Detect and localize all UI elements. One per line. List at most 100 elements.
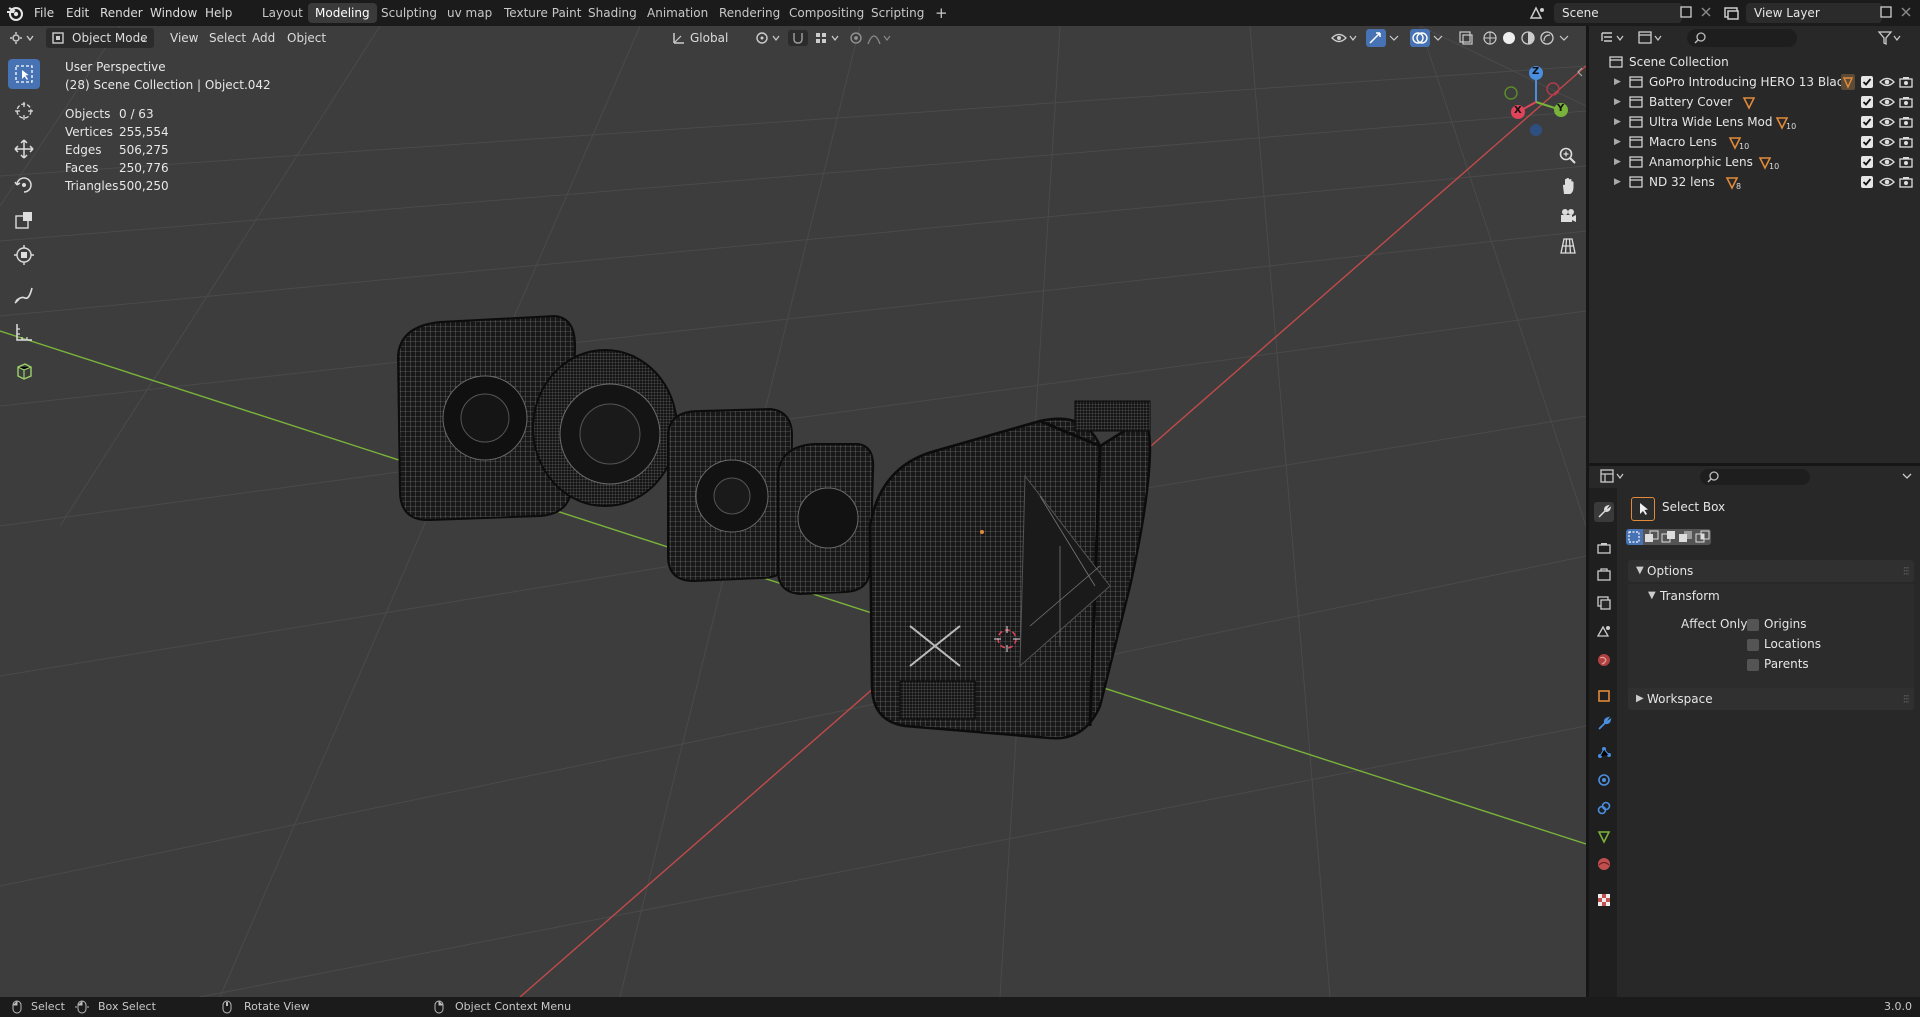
tab-modifiers[interactable] (1594, 714, 1614, 734)
render-camera-icon[interactable] (1899, 75, 1913, 89)
proportional-falloff-icon[interactable] (866, 30, 894, 46)
eye-icon[interactable] (1879, 135, 1895, 149)
menu-file[interactable]: File (28, 3, 60, 23)
tab-view-layer[interactable] (1594, 593, 1614, 613)
scene-icon[interactable] (1527, 3, 1547, 23)
snap-target-icon[interactable] (814, 30, 842, 46)
tab-scene[interactable] (1594, 621, 1614, 641)
tab-data[interactable] (1594, 826, 1614, 846)
tab-sculpting[interactable]: Sculpting (374, 3, 444, 23)
render-camera-icon[interactable] (1899, 115, 1913, 129)
mode-extend-button[interactable] (1643, 529, 1660, 545)
mode-invert-button[interactable] (1677, 529, 1694, 545)
tab-world[interactable] (1594, 650, 1614, 670)
expand-arrow-icon[interactable]: ▶ (1614, 72, 1621, 92)
menu-edit[interactable]: Edit (60, 3, 95, 23)
outliner-row[interactable]: ▶ ND 32 lens 8 (1589, 172, 1920, 192)
properties-editor-type-icon[interactable] (1599, 468, 1627, 484)
mode-intersect-button[interactable] (1694, 529, 1711, 545)
tab-shading[interactable]: Shading (581, 3, 644, 23)
move-tool[interactable] (8, 134, 40, 164)
drag-handle-icon[interactable]: ⁝⁝⁝ (1903, 688, 1911, 710)
exclude-checkbox[interactable] (1861, 176, 1873, 188)
exclude-checkbox[interactable] (1861, 76, 1873, 88)
exclude-checkbox[interactable] (1861, 156, 1873, 168)
tab-texture[interactable] (1594, 890, 1614, 910)
gizmo-dropdown-icon[interactable] (1388, 30, 1400, 46)
tab-object[interactable] (1594, 686, 1614, 706)
render-camera-icon[interactable] (1899, 95, 1913, 109)
tab-physics[interactable] (1594, 770, 1614, 790)
render-camera-icon[interactable] (1899, 135, 1913, 149)
tab-constraints[interactable] (1594, 798, 1614, 818)
tab-layout[interactable]: Layout (255, 3, 310, 23)
origins-checkbox-row[interactable]: Origins (1747, 617, 1887, 633)
expand-arrow-icon[interactable]: ▶ (1614, 132, 1621, 152)
new-scene-icon[interactable] (1678, 4, 1694, 20)
tab-uv-map[interactable]: uv map (440, 3, 499, 23)
tab-material[interactable] (1594, 854, 1614, 874)
filter-icon[interactable] (1877, 30, 1903, 46)
parents-checkbox[interactable] (1747, 659, 1759, 671)
workspace-panel-header[interactable]: ▶ Workspace ⁝⁝⁝ (1628, 688, 1914, 710)
pivot-point-icon[interactable] (755, 31, 783, 45)
menu-select[interactable]: Select (203, 28, 252, 48)
menu-add[interactable]: Add (246, 28, 281, 48)
eye-icon[interactable] (1879, 75, 1895, 89)
add-cube-tool[interactable] (8, 355, 40, 385)
gizmo-toggle-icon[interactable] (1366, 29, 1386, 47)
cursor-tool[interactable] (8, 96, 40, 126)
outliner-editor-type-icon[interactable] (1599, 30, 1627, 46)
tab-modeling[interactable]: Modeling (308, 3, 377, 23)
menu-view[interactable]: View (164, 28, 204, 48)
mode-subtract-button[interactable] (1660, 529, 1677, 545)
tab-render[interactable] (1594, 538, 1614, 558)
properties-options-icon[interactable] (1901, 470, 1913, 482)
proportional-editing-icon[interactable] (848, 30, 864, 46)
outliner-row[interactable]: ▶ Battery Cover (1589, 92, 1920, 112)
tab-compositing[interactable]: Compositing (782, 3, 871, 23)
overlays-dropdown-icon[interactable] (1432, 30, 1444, 46)
properties-search-input[interactable] (1700, 469, 1810, 485)
area-divider[interactable] (1589, 463, 1920, 466)
eye-icon[interactable] (1879, 95, 1895, 109)
3d-viewport[interactable] (0, 26, 1586, 997)
exclude-checkbox[interactable] (1861, 136, 1873, 148)
view-layer-icon[interactable] (1722, 3, 1742, 23)
measure-tool[interactable] (8, 317, 40, 347)
shading-solid-icon[interactable] (1501, 30, 1517, 46)
editor-type-icon[interactable] (8, 29, 36, 47)
blender-logo-icon[interactable] (6, 4, 24, 22)
close-scene-icon[interactable] (1698, 4, 1714, 20)
transform-orientation-dropdown[interactable]: Global (668, 28, 746, 48)
tab-rendering[interactable]: Rendering (712, 3, 787, 23)
tab-scripting[interactable]: Scripting (864, 3, 931, 23)
visibility-filter-icon[interactable] (1330, 30, 1360, 46)
shading-rendered-icon[interactable] (1539, 30, 1555, 46)
new-view-layer-icon[interactable] (1878, 4, 1894, 20)
outliner-row[interactable]: ▶ Macro Lens 10 (1589, 132, 1920, 152)
toggle-projection-button[interactable] (1555, 233, 1581, 259)
drag-handle-icon[interactable]: ⁝⁝⁝ (1903, 560, 1911, 582)
outliner-row-scene-collection[interactable]: Scene Collection (1589, 52, 1920, 72)
outliner-row[interactable]: ▶ Anamorphic Lens 10 (1589, 152, 1920, 172)
parents-checkbox-row[interactable]: Parents (1747, 657, 1887, 673)
expand-arrow-icon[interactable]: ▶ (1614, 112, 1621, 132)
overlays-toggle-icon[interactable] (1410, 29, 1430, 47)
pan-view-button[interactable] (1555, 173, 1581, 199)
expand-arrow-icon[interactable]: ▶ (1614, 152, 1621, 172)
shading-wireframe-icon[interactable] (1482, 30, 1498, 46)
eye-icon[interactable] (1879, 175, 1895, 189)
area-divider[interactable] (1586, 26, 1589, 997)
mode-dropdown[interactable]: Object Mode ⌄ (46, 28, 154, 48)
xray-toggle-icon[interactable] (1458, 30, 1474, 46)
render-camera-icon[interactable] (1899, 175, 1913, 189)
locations-checkbox[interactable] (1747, 639, 1759, 651)
menu-help[interactable]: Help (199, 3, 238, 23)
menu-window[interactable]: Window (144, 3, 203, 23)
close-view-layer-icon[interactable] (1898, 4, 1914, 20)
exclude-checkbox[interactable] (1861, 96, 1873, 108)
shading-dropdown-icon[interactable] (1558, 30, 1570, 46)
tab-texture-paint[interactable]: Texture Paint (497, 3, 588, 23)
outliner-row[interactable]: ▶ Ultra Wide Lens Mod 10 (1589, 112, 1920, 132)
